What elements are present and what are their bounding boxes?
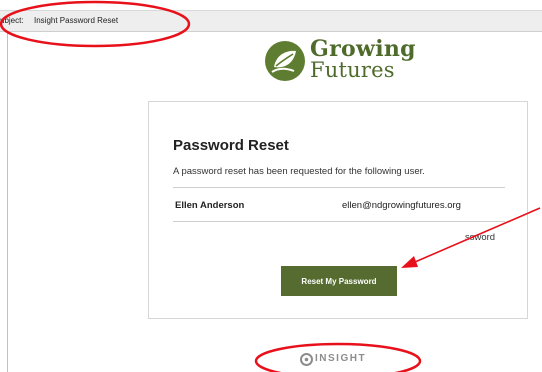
insight-logo-icon: [300, 353, 313, 366]
reset-my-password-button[interactable]: Reset My Password: [281, 266, 397, 296]
password-reset-card: Password Reset A password reset has been…: [148, 101, 528, 319]
logo-word-futures: Futures: [310, 58, 395, 82]
growing-futures-logo: Growing Futures: [262, 36, 422, 84]
subject-bar: ubject: Insight Password Reset: [0, 10, 542, 32]
divider: [173, 221, 505, 222]
user-name: Ellen Anderson: [175, 200, 245, 211]
user-email: ellen@ndgrowingfutures.org: [342, 200, 461, 211]
card-title: Password Reset: [173, 137, 289, 154]
card-description: A password reset has been requested for …: [173, 166, 425, 177]
divider: [173, 187, 505, 188]
email-viewer: ubject: Insight Password Reset Growing F…: [0, 0, 542, 372]
clipped-text: ssword: [465, 232, 496, 243]
insight-brand-text: INSIGHT: [315, 353, 367, 364]
subject-label: ubject:: [0, 16, 24, 25]
leaf-icon: [265, 41, 305, 81]
subject-value: Insight Password Reset: [34, 16, 119, 25]
